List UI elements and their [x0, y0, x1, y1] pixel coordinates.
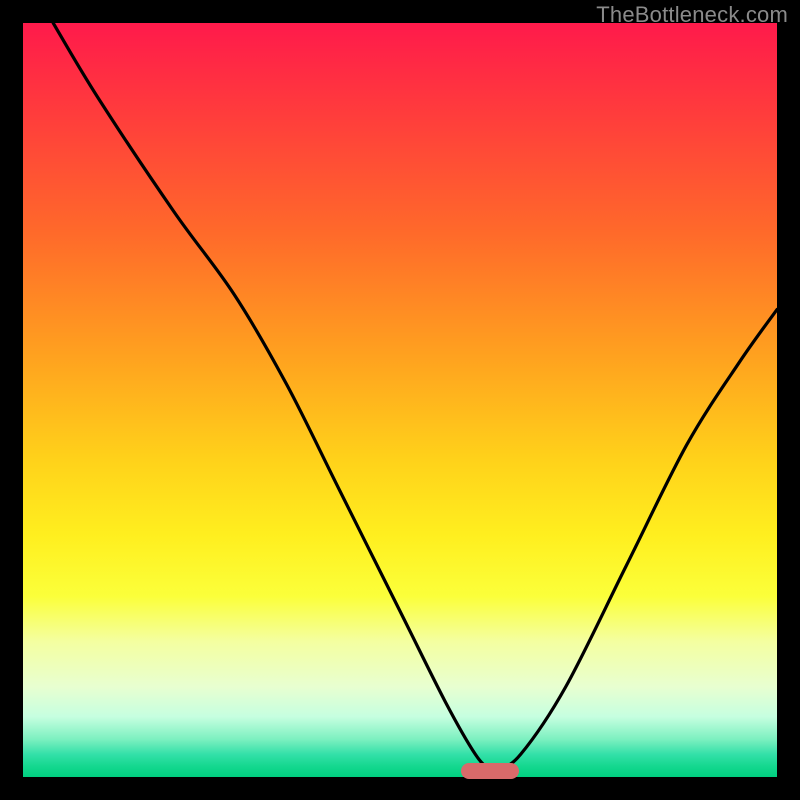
optimal-point-marker — [461, 763, 519, 779]
plot-area — [23, 23, 777, 777]
gradient-background — [23, 23, 777, 777]
plot-frame — [23, 23, 777, 777]
